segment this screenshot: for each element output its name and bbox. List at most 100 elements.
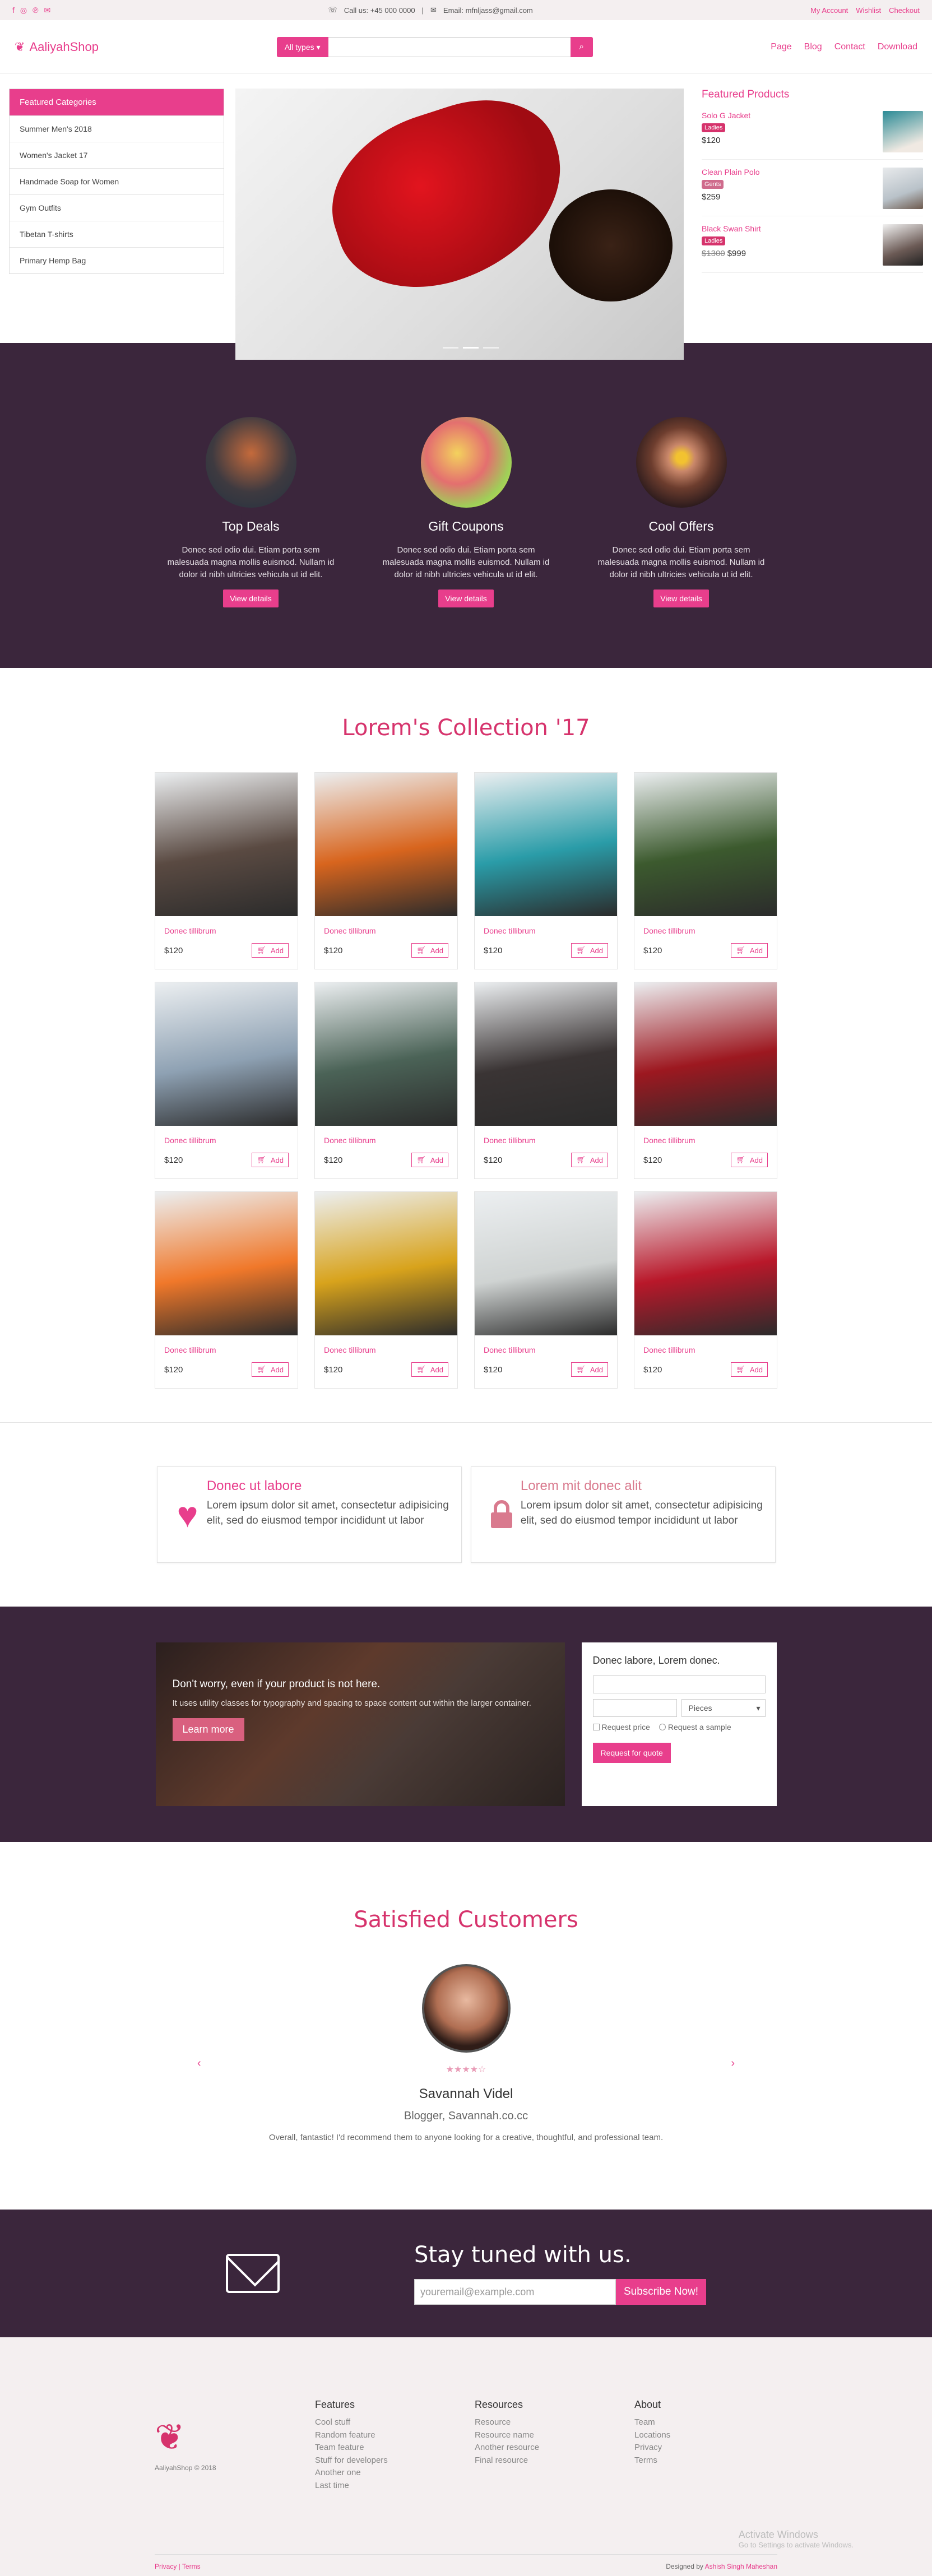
- checkout-link[interactable]: Checkout: [889, 6, 920, 15]
- product-image[interactable]: [315, 1192, 457, 1335]
- product-card[interactable]: Donec tillibrum $120 🛒︎ Add: [634, 1191, 777, 1389]
- learn-more-button[interactable]: Learn more: [172, 1718, 244, 1741]
- product-card[interactable]: Donec tillibrum $120 🛒︎ Add: [474, 772, 618, 969]
- product-name[interactable]: Clean Plain Polo: [702, 168, 760, 177]
- footer-link[interactable]: Resource: [475, 2416, 634, 2429]
- product-card[interactable]: Donec tillibrum $120 🛒︎ Add: [314, 1191, 458, 1389]
- product-title[interactable]: Donec tillibrum: [164, 1136, 289, 1145]
- unit-select[interactable]: Pieces ▾: [681, 1699, 766, 1717]
- category-item[interactable]: Handmade Soap for Women: [10, 168, 224, 194]
- request-price-checkbox[interactable]: Request price: [592, 1723, 650, 1732]
- add-to-cart-button[interactable]: 🛒︎ Add: [252, 943, 289, 958]
- product-card[interactable]: Donec tillibrum $120 🛒︎ Add: [155, 772, 298, 969]
- product-image[interactable]: [634, 982, 777, 1126]
- product-image[interactable]: [634, 773, 777, 916]
- product-title[interactable]: Donec tillibrum: [324, 926, 448, 935]
- product-title[interactable]: Donec tillibrum: [324, 1345, 448, 1354]
- product-image[interactable]: [155, 982, 298, 1126]
- request-quote-button[interactable]: Request for quote: [592, 1743, 671, 1763]
- category-item[interactable]: Women's Jacket 17: [10, 142, 224, 168]
- carousel-dot[interactable]: [463, 347, 479, 349]
- view-details-button[interactable]: View details: [653, 590, 709, 608]
- category-item[interactable]: Tibetan T-shirts: [10, 221, 224, 247]
- product-name[interactable]: Black Swan Shirt: [702, 224, 761, 233]
- legal-links[interactable]: Privacy | Terms: [155, 2563, 201, 2570]
- footer-link[interactable]: Random feature: [315, 2429, 475, 2442]
- footer-link[interactable]: Another resource: [475, 2442, 634, 2454]
- product-name-field[interactable]: [592, 1675, 766, 1693]
- footer-link[interactable]: Locations: [634, 2429, 794, 2442]
- newsletter-email-input[interactable]: youremail@example.com: [414, 2279, 616, 2305]
- nav-blog[interactable]: Blog: [804, 42, 822, 52]
- featured-product[interactable]: Solo G Jacket Ladies $120: [702, 111, 923, 160]
- product-image[interactable]: [155, 1192, 298, 1335]
- product-card[interactable]: Donec tillibrum $120 🛒︎ Add: [314, 772, 458, 969]
- request-sample-radio[interactable]: Request a sample: [659, 1723, 731, 1732]
- add-to-cart-button[interactable]: 🛒︎ Add: [411, 943, 448, 958]
- quantity-field[interactable]: [592, 1699, 677, 1717]
- subscribe-button[interactable]: Subscribe Now!: [615, 2279, 707, 2305]
- nav-contact[interactable]: Contact: [834, 42, 865, 52]
- category-list-title[interactable]: Featured Categories: [10, 89, 224, 115]
- category-item[interactable]: Gym Outfits: [10, 194, 224, 221]
- add-to-cart-button[interactable]: 🛒︎ Add: [571, 1362, 608, 1377]
- footer-link[interactable]: Terms: [634, 2454, 794, 2467]
- product-thumbnail[interactable]: [883, 168, 923, 209]
- footer-link[interactable]: Resource name: [475, 2429, 634, 2442]
- product-title[interactable]: Donec tillibrum: [484, 926, 608, 935]
- nav-download[interactable]: Download: [878, 42, 917, 52]
- logo[interactable]: ❦ AaliyahShop: [15, 40, 99, 54]
- category-item[interactable]: Primary Hemp Bag: [10, 247, 224, 273]
- my-account-link[interactable]: My Account: [810, 6, 848, 15]
- footer-link[interactable]: Team: [634, 2416, 794, 2429]
- category-select[interactable]: All types ▾: [276, 36, 328, 57]
- search-input[interactable]: [328, 36, 571, 57]
- carousel-dot[interactable]: [443, 347, 458, 349]
- footer-link[interactable]: Cool stuff: [315, 2416, 475, 2429]
- add-to-cart-button[interactable]: 🛒︎ Add: [731, 1362, 768, 1377]
- product-image[interactable]: [634, 1192, 777, 1335]
- product-card[interactable]: Donec tillibrum $120 🛒︎ Add: [474, 982, 618, 1179]
- featured-product[interactable]: Black Swan Shirt Ladies $1300 $999: [702, 224, 923, 273]
- footer-link[interactable]: Team feature: [315, 2442, 475, 2454]
- pinterest-icon[interactable]: ℗: [33, 6, 38, 15]
- product-card[interactable]: Donec tillibrum $120 🛒︎ Add: [634, 772, 777, 969]
- footer-link[interactable]: Final resource: [475, 2454, 634, 2467]
- category-item[interactable]: Summer Men's 2018: [10, 115, 224, 142]
- product-image[interactable]: [315, 773, 457, 916]
- wishlist-link[interactable]: Wishlist: [856, 6, 881, 15]
- footer-link[interactable]: Last time: [315, 2480, 475, 2493]
- add-to-cart-button[interactable]: 🛒︎ Add: [731, 1153, 768, 1167]
- product-title[interactable]: Donec tillibrum: [643, 926, 768, 935]
- product-name[interactable]: Solo G Jacket: [702, 111, 750, 120]
- add-to-cart-button[interactable]: 🛒︎ Add: [571, 943, 608, 958]
- email-icon[interactable]: ✉: [44, 6, 50, 15]
- product-title[interactable]: Donec tillibrum: [484, 1136, 608, 1145]
- add-to-cart-button[interactable]: 🛒︎ Add: [252, 1362, 289, 1377]
- product-card[interactable]: Donec tillibrum $120 🛒︎ Add: [155, 1191, 298, 1389]
- nav-page[interactable]: Page: [771, 42, 791, 52]
- view-details-button[interactable]: View details: [223, 590, 279, 608]
- facebook-icon[interactable]: f: [12, 6, 15, 15]
- view-details-button[interactable]: View details: [438, 590, 494, 608]
- product-card[interactable]: Donec tillibrum $120 🛒︎ Add: [314, 982, 458, 1179]
- product-title[interactable]: Donec tillibrum: [643, 1345, 768, 1354]
- carousel-dot[interactable]: [483, 347, 499, 349]
- product-image[interactable]: [315, 982, 457, 1126]
- footer-link[interactable]: Privacy: [634, 2442, 794, 2454]
- product-image[interactable]: [475, 982, 617, 1126]
- product-image[interactable]: [475, 1192, 617, 1335]
- product-title[interactable]: Donec tillibrum: [324, 1136, 448, 1145]
- product-title[interactable]: Donec tillibrum: [164, 926, 289, 935]
- add-to-cart-button[interactable]: 🛒︎ Add: [411, 1362, 448, 1377]
- footer-link[interactable]: Stuff for developers: [315, 2454, 475, 2467]
- hero-carousel[interactable]: [235, 89, 684, 360]
- add-to-cart-button[interactable]: 🛒︎ Add: [252, 1153, 289, 1167]
- product-card[interactable]: Donec tillibrum $120 🛒︎ Add: [634, 982, 777, 1179]
- product-title[interactable]: Donec tillibrum: [164, 1345, 289, 1354]
- product-image[interactable]: [155, 773, 298, 916]
- product-card[interactable]: Donec tillibrum $120 🛒︎ Add: [155, 982, 298, 1179]
- add-to-cart-button[interactable]: 🛒︎ Add: [411, 1153, 448, 1167]
- add-to-cart-button[interactable]: 🛒︎ Add: [731, 943, 768, 958]
- footer-link[interactable]: Another one: [315, 2467, 475, 2480]
